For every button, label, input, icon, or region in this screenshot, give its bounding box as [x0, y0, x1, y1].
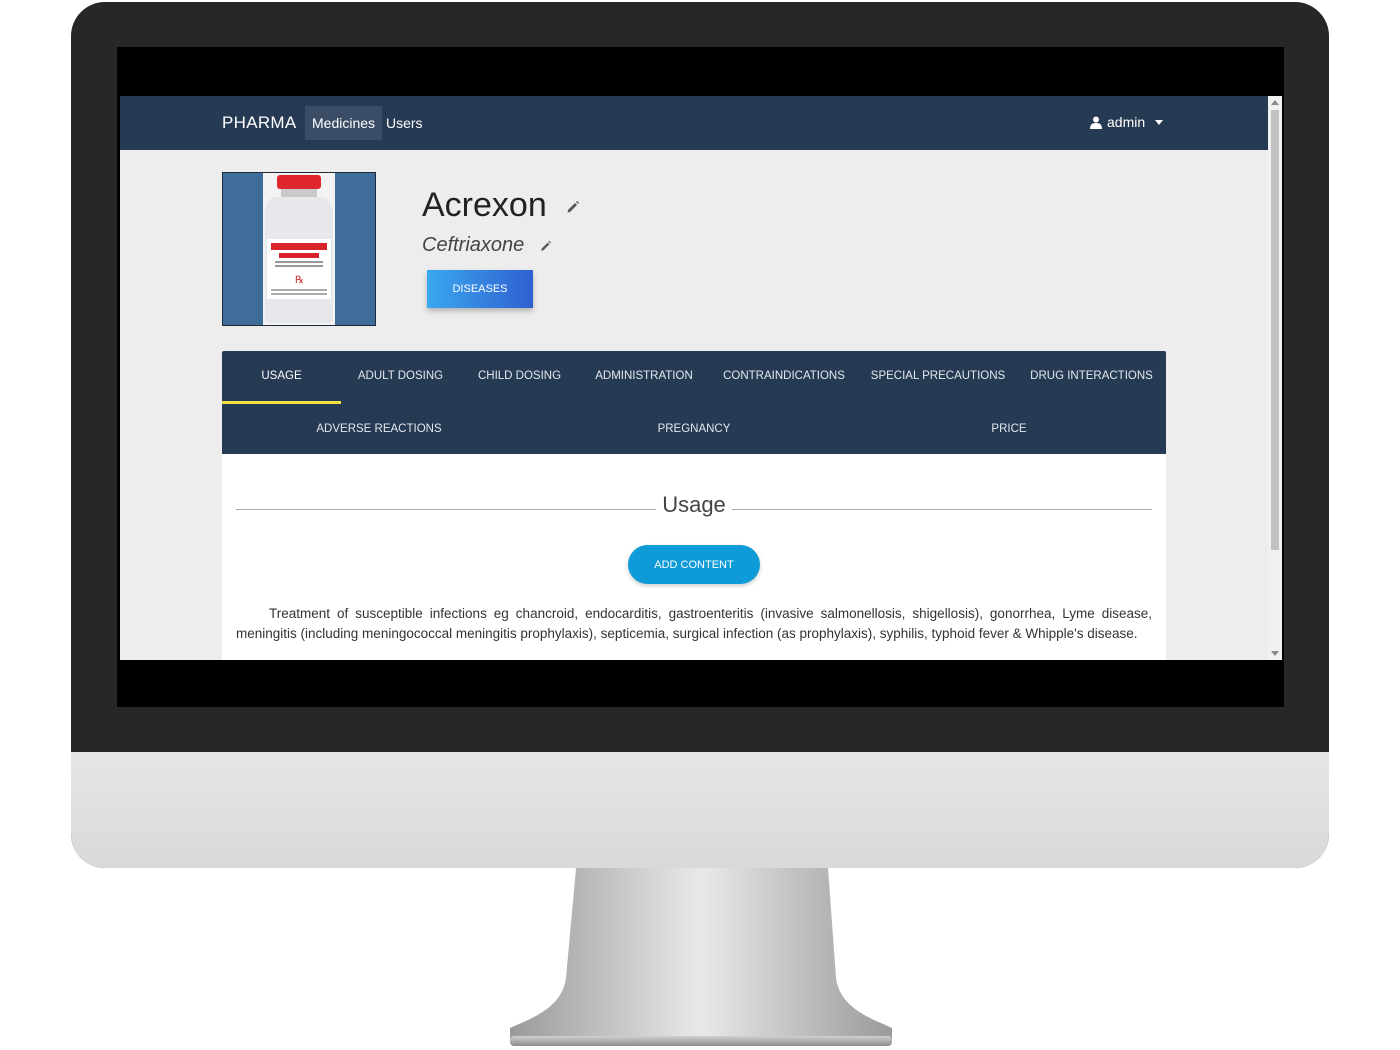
tab-administration[interactable]: ADMINISTRATION: [579, 370, 709, 382]
tab-pregnancy[interactable]: PREGNANCY: [536, 423, 852, 435]
chevron-down-icon: [1155, 119, 1164, 125]
svg-text:℞: ℞: [295, 275, 304, 286]
nav-item-users[interactable]: Users: [379, 106, 430, 140]
tab-usage[interactable]: USAGE: [222, 370, 341, 382]
top-navbar: PHARMA Medicines Users admin: [120, 96, 1268, 150]
add-content-button[interactable]: ADD CONTENT: [628, 545, 760, 584]
active-tab-indicator: [222, 401, 341, 404]
monitor-stand: [510, 868, 892, 1046]
section-title: Usage: [662, 492, 726, 517]
medicine-vial-image: ℞: [223, 173, 375, 325]
diseases-button[interactable]: DISEASES: [427, 270, 533, 308]
generic-name-text: Ceftriaxone: [422, 234, 525, 256]
scroll-down-icon[interactable]: [1271, 651, 1279, 656]
scroll-thumb[interactable]: [1271, 110, 1279, 550]
medicine-name-text: Acrexon: [422, 186, 547, 224]
scrollbar[interactable]: [1268, 96, 1282, 660]
monitor-chin: [71, 752, 1329, 868]
nav-item-medicines[interactable]: Medicines: [305, 106, 383, 140]
tab-adult-dosing[interactable]: ADULT DOSING: [341, 370, 460, 382]
medicine-generic-name: Ceftriaxone: [422, 234, 552, 257]
scroll-up-icon[interactable]: [1271, 100, 1279, 105]
edit-generic-icon[interactable]: [540, 240, 552, 252]
tab-child-dosing[interactable]: CHILD DOSING: [460, 370, 579, 382]
user-menu[interactable]: admin: [1090, 114, 1164, 130]
browser-viewport: PHARMA Medicines Users admin ℞ Acrexon C…: [120, 96, 1282, 660]
user-name: admin: [1107, 114, 1146, 130]
content-card: Usage ADD CONTENT Treatment of susceptib…: [222, 454, 1166, 660]
brand-logo[interactable]: PHARMA: [222, 113, 297, 133]
tab-contraindications[interactable]: CONTRAINDICATIONS: [709, 370, 859, 382]
user-icon: [1090, 116, 1102, 129]
usage-content: Treatment of susceptible infections eg c…: [236, 606, 1152, 641]
medicine-image: ℞: [222, 172, 376, 326]
medicine-name: Acrexon: [422, 186, 580, 225]
tab-price[interactable]: PRICE: [852, 423, 1166, 435]
tab-adverse-reactions[interactable]: ADVERSE REACTIONS: [222, 423, 536, 435]
tab-bar: USAGE ADULT DOSING CHILD DOSING ADMINIST…: [222, 351, 1166, 454]
edit-name-icon[interactable]: [566, 200, 580, 214]
tab-special-precautions[interactable]: SPECIAL PRECAUTIONS: [859, 370, 1017, 382]
tab-drug-interactions[interactable]: DRUG INTERACTIONS: [1017, 370, 1166, 382]
